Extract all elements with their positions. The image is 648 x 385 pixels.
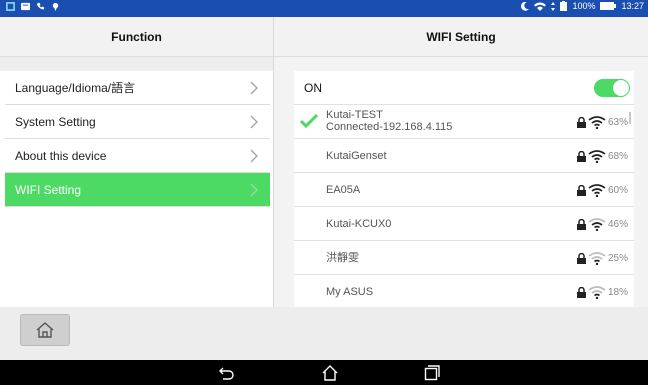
menu-item-wifi-setting[interactable]: WIFI Setting <box>5 173 270 207</box>
moon-icon <box>521 1 530 11</box>
wifi-network-row[interactable]: KutaiGenset 68% <box>294 139 634 173</box>
wifi-toggle-label: ON <box>304 81 322 95</box>
lock-icon <box>576 184 586 196</box>
data-arrows-icon <box>551 1 556 11</box>
back-button[interactable] <box>216 363 236 383</box>
lock-icon <box>576 286 586 298</box>
phone-notification-icon <box>36 2 45 10</box>
check-icon <box>300 114 318 128</box>
signal-strength: 63% <box>607 116 628 128</box>
chevron-right-icon <box>250 105 258 139</box>
wifi-network-row[interactable]: EA05A 60% <box>294 173 634 207</box>
network-name: EA05A <box>326 184 361 196</box>
signal-indicator: 25% <box>576 241 628 275</box>
wifi-network-row[interactable]: Kutai-TEST Connected-192.168.4.115 63% <box>294 105 634 139</box>
signal-indicator: 60% <box>576 173 628 207</box>
wifi-icon <box>588 285 606 299</box>
notification-icons <box>6 2 60 11</box>
signal-indicator: 68% <box>576 139 628 173</box>
wifi-icon <box>588 115 606 129</box>
network-name: My ASUS <box>326 286 374 298</box>
network-name: Kutai-KCUX0 <box>326 218 392 230</box>
signal-indicator: 63% <box>576 105 628 139</box>
wifi-icon <box>588 149 606 163</box>
wifi-toggle-row: ON <box>294 71 634 105</box>
system-status: 100% 13:27 <box>521 1 644 11</box>
signal-strength: 60% <box>607 184 628 196</box>
lock-icon <box>576 116 586 128</box>
left-panel-spacer <box>0 57 273 71</box>
signal-indicator: 18% <box>576 275 628 309</box>
menu-item-about-device[interactable]: About this device <box>5 139 270 173</box>
recents-button[interactable] <box>422 363 442 383</box>
charging-icon <box>560 1 568 11</box>
battery-icon <box>600 2 617 10</box>
left-panel-title: Function <box>0 17 273 57</box>
signal-strength: 46% <box>607 218 628 230</box>
menu-item-system-setting[interactable]: System Setting <box>5 105 270 139</box>
toggle-knob <box>613 80 629 96</box>
network-name: KutaiGenset <box>326 150 387 162</box>
right-panel-title: WIFI Setting <box>274 17 648 57</box>
signal-strength: 25% <box>607 252 628 264</box>
wifi-icon <box>588 217 606 231</box>
function-menu: Language/Idioma/語言 System Setting About … <box>5 71 270 207</box>
status-bar: 100% 13:27 <box>0 0 648 17</box>
menu-item-label: System Setting <box>15 115 96 129</box>
lock-icon <box>576 150 586 162</box>
home-icon <box>36 322 54 338</box>
chevron-right-icon <box>250 139 258 173</box>
menu-item-label: About this device <box>15 149 107 163</box>
wifi-network-row[interactable]: Kutai-KCUX0 46% <box>294 207 634 241</box>
lock-icon <box>576 252 586 264</box>
wifi-icon <box>588 183 606 197</box>
menu-item-language[interactable]: Language/Idioma/語言 <box>5 71 270 105</box>
network-name: Kutai-TEST <box>326 109 383 121</box>
android-navigation-bar <box>0 360 648 385</box>
signal-indicator: 46% <box>576 207 628 241</box>
signal-strength: 68% <box>607 150 628 162</box>
battery-percentage: 100% <box>572 1 596 11</box>
lock-icon <box>576 218 586 230</box>
chevron-right-icon <box>250 173 258 207</box>
bottom-toolbar <box>0 307 648 360</box>
nav-home-button[interactable] <box>320 363 340 383</box>
network-status: Connected-192.168.4.115 <box>326 121 453 133</box>
wifi-network-row[interactable]: My ASUS 18% <box>294 275 634 309</box>
wifi-list: ON Kutai-TEST Connected-192.168.4.115 63… <box>294 71 634 309</box>
network-name: 洪靜雯 <box>326 252 359 264</box>
wifi-network-row[interactable]: 洪靜雯 25% <box>294 241 634 275</box>
clock-time: 13:27 <box>621 1 644 11</box>
signal-strength: 18% <box>607 286 628 298</box>
location-notification-icon <box>52 2 59 11</box>
nav-home-icon <box>322 365 338 381</box>
list-scrollbar[interactable] <box>629 112 631 124</box>
wifi-icon <box>588 251 606 265</box>
menu-item-label: Language/Idioma/語言 <box>15 81 136 95</box>
wifi-toggle-switch[interactable] <box>594 79 630 97</box>
app-notification-icon <box>6 2 15 11</box>
message-notification-icon <box>21 2 30 11</box>
recents-icon <box>424 365 440 381</box>
menu-item-label: WIFI Setting <box>15 183 82 197</box>
chevron-right-icon <box>250 71 258 105</box>
wifi-status-icon <box>534 2 547 11</box>
back-icon <box>219 367 234 380</box>
home-button[interactable] <box>20 314 70 346</box>
